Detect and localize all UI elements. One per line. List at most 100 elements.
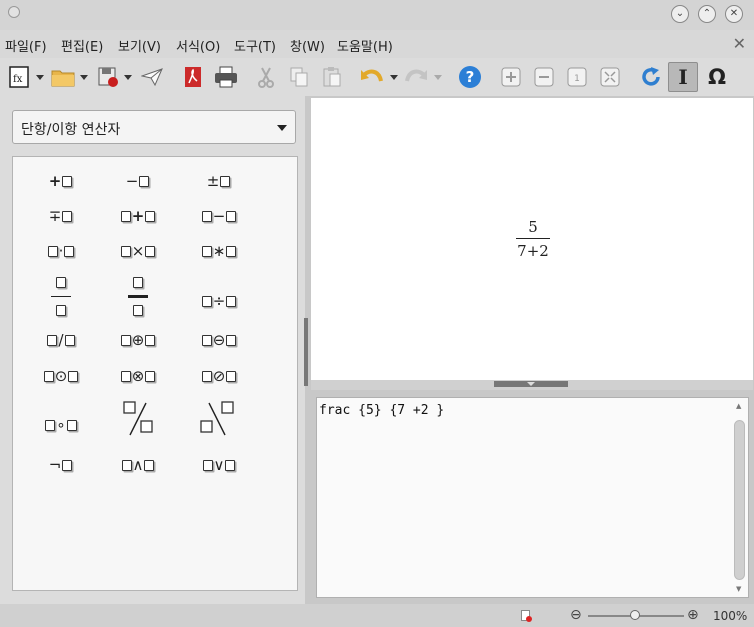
placeholder-box: [145, 371, 156, 382]
placeholder-box: [120, 335, 131, 346]
window-menu-icon[interactable]: [8, 6, 20, 18]
element-division-fraction[interactable]: [108, 275, 168, 316]
placeholder-box: [201, 371, 212, 382]
close-window-button[interactable]: ✕: [725, 5, 743, 23]
maximize-button[interactable]: ⌃: [698, 5, 716, 23]
operator-symbol: ∧: [132, 456, 144, 474]
placeholder-box: [62, 176, 73, 187]
menu-tools[interactable]: 도구(T): [234, 36, 276, 55]
menu-help[interactable]: 도움말(H): [337, 36, 393, 55]
vertical-scrollbar[interactable]: ▲ ▼: [733, 400, 746, 595]
placeholder-box: [145, 246, 156, 257]
placeholder-box: [62, 460, 73, 471]
zoom-out-button[interactable]: ⊖: [570, 607, 582, 623]
element-circled-times[interactable]: ⊗: [108, 362, 168, 390]
show-all-icon[interactable]: [599, 64, 621, 90]
element-plus-minus[interactable]: ±: [189, 167, 249, 195]
placeholder-box: [56, 305, 66, 316]
help-icon[interactable]: ?: [457, 64, 483, 90]
operator-symbol: ∘: [56, 416, 66, 434]
element-boolean-or[interactable]: ∨: [189, 451, 249, 479]
fraction-bar: [51, 295, 71, 298]
menu-file[interactable]: 파일(F): [5, 36, 47, 55]
chevron-down-icon[interactable]: [434, 75, 442, 80]
element-addition[interactable]: +: [108, 202, 168, 230]
element-slash[interactable]: /: [31, 326, 91, 354]
zoom-slider-thumb[interactable]: [630, 610, 640, 620]
element-negation[interactable]: ¬: [31, 451, 91, 479]
placeholder-box: [226, 211, 237, 222]
element-circled-minus[interactable]: ⊖: [189, 326, 249, 354]
zoom-in-button[interactable]: ⊕: [687, 607, 699, 623]
element-dot-product[interactable]: ·: [31, 237, 91, 265]
placeholder-box: [120, 371, 131, 382]
operator-symbol: +: [131, 207, 145, 225]
element-multiplication[interactable]: ×: [108, 237, 168, 265]
formula-preview[interactable]: 5 7+2: [311, 98, 753, 380]
redo-icon[interactable]: [404, 64, 428, 90]
formula-command-editor[interactable]: frac {5} {7 +2 } ▲ ▼: [316, 397, 749, 598]
undo-icon[interactable]: [359, 64, 385, 90]
element-circled-slash[interactable]: ⊘: [189, 362, 249, 390]
placeholder-box: [120, 211, 131, 222]
paste-icon[interactable]: [321, 64, 343, 90]
digital-signature-icon[interactable]: [521, 610, 532, 622]
menu-window[interactable]: 창(W): [290, 36, 325, 55]
element-category-select[interactable]: 단항/이항 연산자: [12, 110, 296, 144]
chevron-down-icon[interactable]: [80, 75, 88, 80]
scroll-down-icon[interactable]: ▼: [736, 585, 741, 593]
show-100-icon[interactable]: 1: [566, 64, 588, 90]
chevron-down-icon[interactable]: [36, 75, 44, 80]
operator-symbol: ÷: [212, 292, 226, 310]
placeholder-box: [139, 176, 150, 187]
element-wide-slash[interactable]: [108, 399, 168, 439]
chevron-down-icon[interactable]: [390, 75, 398, 80]
export-pdf-icon[interactable]: [182, 64, 204, 90]
close-document-icon[interactable]: ✕: [733, 34, 746, 53]
sidebar-splitter-handle[interactable]: [304, 318, 308, 386]
placeholder-box: [201, 211, 212, 222]
formula-command-text[interactable]: frac {5} {7 +2 }: [319, 403, 444, 418]
send-icon[interactable]: [140, 64, 164, 90]
menu-format[interactable]: 서식(O): [176, 36, 220, 55]
element-asterisk[interactable]: ∗: [189, 237, 249, 265]
element-plus[interactable]: +: [31, 167, 91, 195]
zoom-level-label[interactable]: 100%: [713, 609, 747, 623]
element-boolean-and[interactable]: ∧: [108, 451, 168, 479]
symbols-icon[interactable]: Ω: [704, 64, 730, 90]
element-minus[interactable]: −: [108, 167, 168, 195]
print-icon[interactable]: [213, 64, 239, 90]
placeholder-box: [121, 460, 132, 471]
element-circled-dot[interactable]: ⊙: [31, 362, 91, 390]
element-wide-backslash[interactable]: [189, 399, 249, 439]
formula-icon[interactable]: fx: [8, 64, 30, 90]
menu-view[interactable]: 보기(V): [118, 36, 161, 55]
standard-toolbar: fx ? 1 I Ω: [0, 58, 754, 96]
copy-icon[interactable]: [288, 64, 310, 90]
operator-symbol: ⊗: [131, 367, 145, 385]
placeholder-box: [47, 246, 58, 257]
cut-icon[interactable]: [255, 64, 277, 90]
element-division[interactable]: ÷: [189, 287, 249, 315]
open-folder-icon[interactable]: [50, 64, 76, 90]
update-icon[interactable]: [638, 64, 664, 90]
element-fraction[interactable]: [31, 275, 91, 316]
elements-sidebar: 단항/이항 연산자 + − ± ∓ + − · × ∗ ÷ / ⊕ ⊖ ⊙ ⊗ …: [0, 96, 305, 604]
placeholder-box: [66, 420, 77, 431]
omega-glyph: Ω: [708, 65, 726, 89]
placeholder-box: [225, 460, 236, 471]
scrollbar-thumb[interactable]: [734, 420, 745, 580]
formula-cursor-icon[interactable]: I: [668, 62, 698, 92]
save-icon[interactable]: [96, 64, 120, 90]
editor-splitter[interactable]: [311, 380, 753, 390]
chevron-down-icon[interactable]: [124, 75, 132, 80]
element-circled-plus[interactable]: ⊕: [108, 326, 168, 354]
element-concatenate[interactable]: ∘: [31, 411, 91, 439]
element-minus-plus[interactable]: ∓: [31, 202, 91, 230]
minimize-button[interactable]: ⌄: [671, 5, 689, 23]
zoom-in-icon[interactable]: [500, 64, 522, 90]
scroll-up-icon[interactable]: ▲: [736, 402, 741, 410]
zoom-out-icon[interactable]: [533, 64, 555, 90]
menu-edit[interactable]: 편집(E): [61, 36, 103, 55]
element-subtraction[interactable]: −: [189, 202, 249, 230]
